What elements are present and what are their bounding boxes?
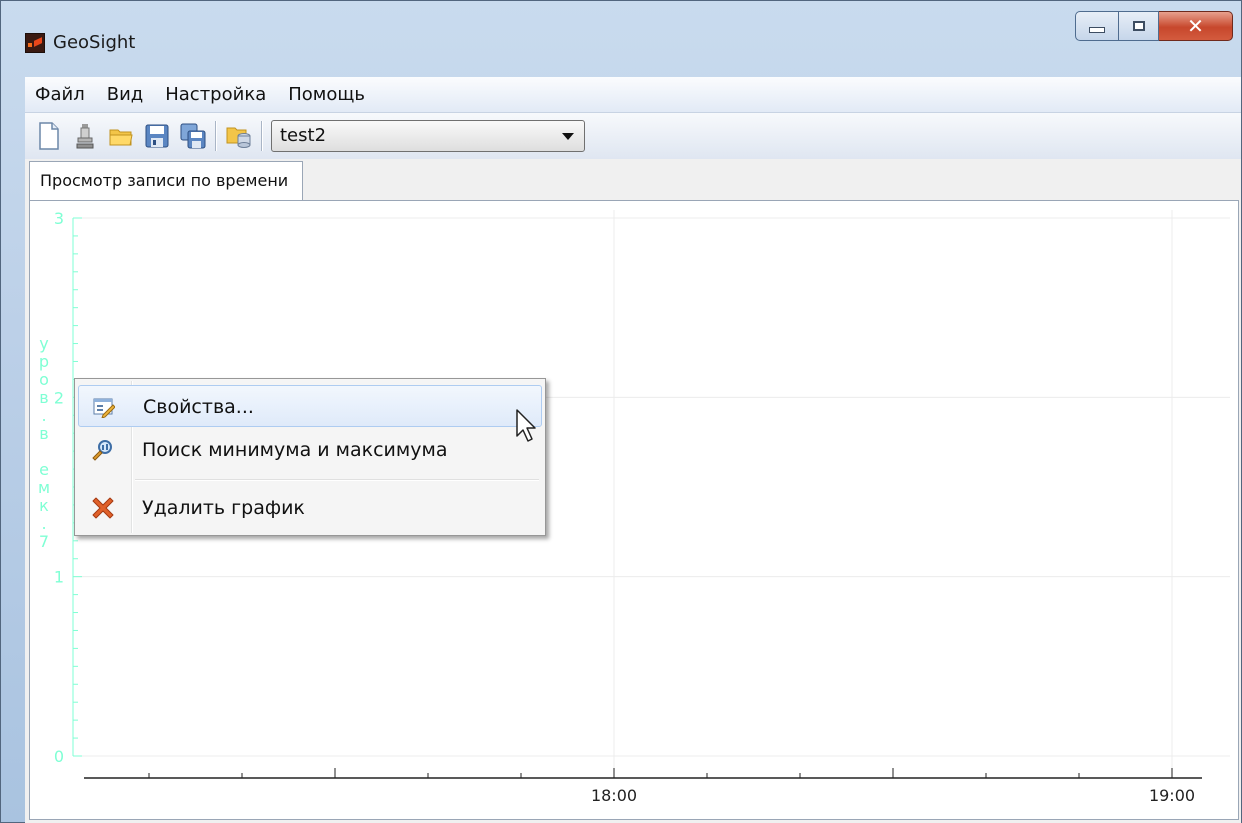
y-axis-label-char: .	[41, 514, 46, 533]
y-tick-label: 3	[54, 209, 64, 228]
close-icon: ✕	[1187, 14, 1204, 38]
mouse-pointer-icon	[516, 409, 536, 442]
y-axis-label-char: 7	[39, 532, 49, 551]
menu-item-label: Свойства...	[143, 396, 254, 418]
save-all-button[interactable]	[179, 120, 207, 152]
y-tick-label: 2	[54, 388, 64, 407]
maximize-button[interactable]	[1119, 11, 1159, 41]
y-axis-label-char: .	[41, 406, 46, 425]
menu-item-delete-chart[interactable]: Удалить график	[78, 487, 542, 529]
menu-bar: Файл Вид Настройка Помощь	[25, 77, 1241, 113]
y-axis-label-char: у	[39, 334, 48, 353]
y-tick-label: 1	[54, 568, 64, 587]
y-tick-label: 0	[54, 747, 64, 766]
context-menu: Свойства... Поиск минимума и максимума У…	[74, 378, 546, 536]
save-all-icon	[180, 123, 206, 149]
new-file-icon	[39, 122, 59, 150]
menu-help[interactable]: Помощь	[278, 77, 377, 112]
pin-icon	[76, 124, 94, 149]
maximize-icon	[1132, 21, 1145, 31]
tab-time-view[interactable]: Просмотр записи по времени	[29, 161, 304, 201]
menu-file[interactable]: Файл	[25, 77, 97, 112]
menu-separator	[135, 479, 539, 481]
close-button[interactable]: ✕	[1159, 11, 1233, 41]
save-button[interactable]	[143, 120, 171, 152]
folder-database-icon	[226, 127, 251, 148]
new-button[interactable]	[35, 120, 63, 152]
y-axis-label-char: к	[39, 496, 49, 515]
caption-buttons: ✕	[1075, 11, 1233, 43]
menu-item-search-minmax[interactable]: Поиск минимума и максимума	[78, 429, 542, 471]
x-tick-label: 19:00	[1149, 786, 1195, 805]
menu-item-label: Поиск минимума и максимума	[142, 439, 448, 461]
menu-item-properties[interactable]: Свойства...	[78, 385, 542, 427]
open-button[interactable]	[107, 120, 135, 152]
minimize-icon	[1089, 27, 1105, 33]
folder-database-button[interactable]	[225, 120, 253, 152]
menu-settings[interactable]: Настройка	[155, 77, 278, 112]
toolbar-separator	[261, 121, 263, 151]
y-axis-label-char: е	[39, 460, 49, 479]
toolbar-separator	[215, 121, 217, 151]
menu-item-label: Удалить график	[142, 497, 305, 519]
dataset-combo-value: test2	[280, 125, 327, 146]
menu-view[interactable]: Вид	[97, 77, 156, 112]
y-axis-label-char: о	[39, 370, 49, 389]
app-logo-icon	[25, 33, 45, 53]
y-axis-label-char: в	[39, 388, 48, 407]
save-icon	[145, 124, 169, 148]
y-axis-label-char: р	[39, 352, 49, 371]
dataset-combo[interactable]: test2	[271, 120, 585, 152]
toolbar: test2	[25, 113, 1241, 159]
delete-icon	[92, 497, 114, 519]
window-title: GeoSight	[53, 32, 136, 53]
search-minmax-icon	[92, 440, 112, 461]
x-tick-label: 18:00	[591, 786, 637, 805]
tab-bar: Просмотр записи по времени	[25, 161, 1241, 201]
minimize-button[interactable]	[1075, 11, 1119, 41]
pin-button[interactable]	[71, 120, 99, 152]
chevron-down-icon	[562, 133, 574, 140]
properties-icon	[93, 398, 115, 418]
y-axis-label-char: м	[38, 478, 50, 497]
y-axis-label-char: в	[39, 424, 48, 443]
title-bar[interactable]: GeoSight ✕	[1, 1, 1241, 63]
open-folder-icon	[109, 129, 133, 146]
